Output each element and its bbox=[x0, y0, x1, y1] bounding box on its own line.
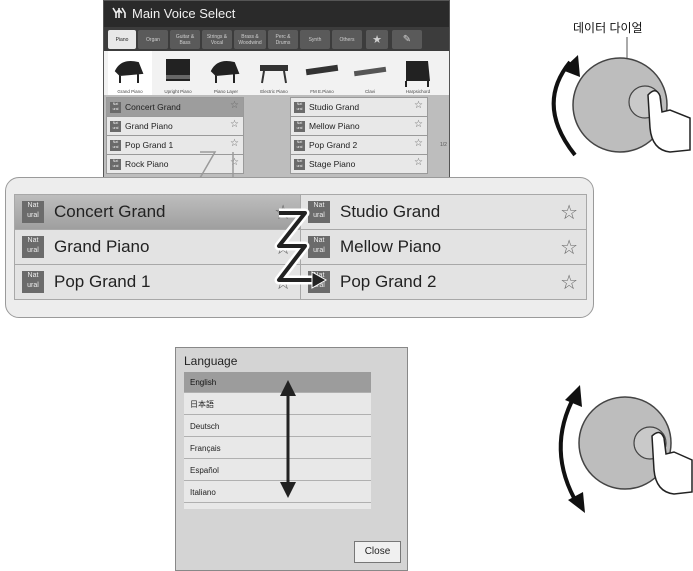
data-dial-bottom[interactable] bbox=[0, 0, 693, 571]
